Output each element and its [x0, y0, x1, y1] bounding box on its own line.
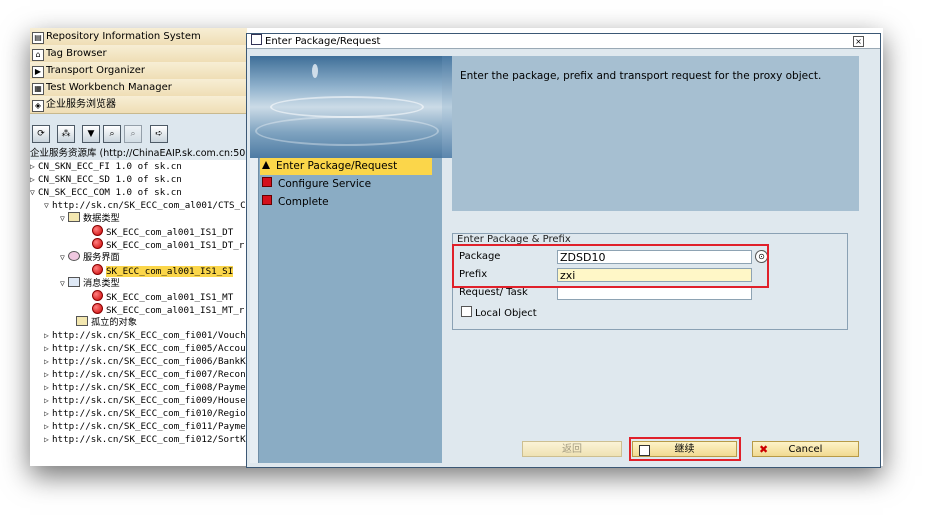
menu-item-enterprise-browser[interactable]: ◈ 企业服务浏览器	[30, 96, 247, 114]
ripple	[270, 96, 424, 118]
expand-icon[interactable]: ▷	[44, 394, 52, 407]
expand-icon[interactable]: ▷	[44, 329, 52, 342]
tree-row[interactable]: ▷ http://sk.cn/SK_ECC_com_fi012/SortKey	[30, 433, 247, 446]
close-icon[interactable]: ×	[853, 36, 864, 47]
tree-row[interactable]: ▷ http://sk.cn/SK_ECC_com_fi005/Account	[30, 342, 247, 355]
warning-triangle-icon	[262, 161, 270, 169]
collapse-icon[interactable]: ▽	[60, 212, 68, 225]
tree-row[interactable]: ▷ http://sk.cn/SK_ECC_com_fi006/BankKey	[30, 355, 247, 368]
left-navigation-pane: ▤ Repository Information System ⌂ Tag Brow…	[30, 28, 247, 466]
refresh-icon[interactable]: ⟳	[32, 125, 50, 143]
collapse-icon[interactable]: ▽	[60, 251, 68, 264]
expand-icon[interactable]: ▷	[44, 420, 52, 433]
menu-item-repository[interactable]: ▤ Repository Information System	[30, 28, 247, 46]
tree-row[interactable]: ▷ http://sk.cn/SK_ECC_com_fi010/RegionCo	[30, 407, 247, 420]
info-text: Enter the package, prefix and transport …	[460, 70, 822, 82]
request-label: Request/ Task	[459, 287, 528, 298]
repository-tree: ▷ CN_SKN_ECC_FI 1.0 of sk.cn ▷ CN_SKN_ECC_…	[30, 160, 247, 466]
tree-row[interactable]: 孤立的对象	[30, 316, 247, 329]
dialog-icon	[251, 34, 262, 45]
tree-row[interactable]: ▷ http://sk.cn/SK_ECC_com_fi001/Voucher_	[30, 329, 247, 342]
back-icon	[529, 445, 538, 454]
find-next-icon[interactable]: ⌕	[124, 125, 142, 143]
expand-icon[interactable]: ▷	[44, 433, 52, 446]
expand-icon[interactable]: ▷	[44, 355, 52, 368]
annotation-box-fields	[452, 244, 769, 288]
tree-row[interactable]: ▷ http://sk.cn/SK_ECC_com_fi009/HouseBa	[30, 394, 247, 407]
dialog-title: Enter Package/Request	[265, 36, 381, 47]
expand-icon[interactable]: ▷	[44, 381, 52, 394]
expand-icon[interactable]: ▷	[44, 407, 52, 420]
pending-step-icon	[262, 195, 272, 205]
water-drop	[312, 64, 318, 78]
tree-row[interactable]: ▷ http://sk.cn/SK_ECC_com_fi007/Reconcil	[30, 368, 247, 381]
collapse-icon[interactable]: ▽	[44, 199, 52, 212]
object-icon	[92, 225, 103, 236]
tree-row[interactable]: SK_ECC_com_al001_IS1_DT_r	[30, 238, 247, 251]
menu-item-transport-organizer[interactable]: ▶ Transport Organizer	[30, 62, 247, 80]
expand-icon[interactable]: ▷	[44, 368, 52, 381]
tree-row[interactable]: ▽ 数据类型	[30, 212, 247, 225]
annotation-box-continue	[629, 437, 741, 461]
tree-row[interactable]: ▷ CN_SKN_ECC_FI 1.0 of sk.cn	[30, 160, 247, 173]
dialog-titlebar: Enter Package/Request ×	[247, 34, 880, 49]
menu-item-test-workbench[interactable]: ▦ Test Workbench Manager	[30, 79, 247, 97]
collapse-icon[interactable]: ▽	[30, 186, 38, 199]
step-configure-service: Configure Service	[260, 176, 432, 193]
service-interface-icon	[68, 251, 80, 261]
data-type-icon	[68, 212, 80, 222]
object-icon	[92, 290, 103, 301]
object-icon	[92, 238, 103, 249]
back-button[interactable]: 返回	[522, 441, 622, 457]
object-icon	[92, 264, 103, 275]
collapse-icon[interactable]: ▽	[60, 277, 68, 290]
message-type-icon	[68, 277, 80, 287]
info-panel: Enter the package, prefix and transport …	[452, 56, 859, 211]
enterprise-icon: ◈	[32, 100, 44, 112]
tree-row[interactable]: ▽ 服务界面	[30, 251, 247, 264]
expand-icon[interactable]: ▷	[44, 342, 52, 355]
local-object-checkbox[interactable]: Local Object	[461, 306, 537, 319]
banner-strip	[442, 56, 452, 158]
tree-row[interactable]: ▷ CN_SKN_ECC_SD 1.0 of sk.cn	[30, 173, 247, 186]
test-icon: ▦	[32, 83, 44, 95]
expand-icon[interactable]: ▷	[30, 160, 38, 173]
ripple	[255, 116, 439, 146]
tree-toolbar: ⟳ ⁂ ▼ ⌕ ⌕ ➪	[30, 123, 247, 147]
filter-icon[interactable]: ▼	[82, 125, 100, 143]
tag-icon: ⌂	[32, 49, 44, 61]
tree-row-selected[interactable]: SK_ECC_com_al001_IS1_SI	[30, 264, 247, 277]
pending-step-icon	[262, 177, 272, 187]
step-complete: Complete	[260, 194, 432, 211]
find-icon[interactable]: ⌕	[103, 125, 121, 143]
tree-row[interactable]: SK_ECC_com_al001_IS1_MT	[30, 290, 247, 303]
tree-row[interactable]: ▽ http://sk.cn/SK_ECC_com_al001/CTS_Cha	[30, 199, 247, 212]
request-input[interactable]	[557, 286, 752, 300]
tree-row[interactable]: ▷ http://sk.cn/SK_ECC_com_fi011/Payment	[30, 420, 247, 433]
tree-row[interactable]: SK_ECC_com_al001_IS1_MT_r	[30, 303, 247, 316]
folder-icon	[76, 316, 88, 326]
repository-icon: ▤	[32, 32, 44, 44]
tree-row[interactable]: ▷ http://sk.cn/SK_ECC_com_fi008/Payment	[30, 381, 247, 394]
cancel-button[interactable]: ✖ Cancel	[752, 441, 859, 457]
cancel-icon: ✖	[759, 443, 769, 456]
steps-bar	[250, 158, 259, 463]
tree-row[interactable]: SK_ECC_com_al001_IS1_DT	[30, 225, 247, 238]
checkbox-box[interactable]	[461, 306, 472, 317]
hierarchy-icon[interactable]: ⁂	[57, 125, 75, 143]
navigate-icon[interactable]: ➪	[150, 125, 168, 143]
wizard-steps: Enter Package/Request Configure Service …	[250, 158, 442, 463]
expand-icon[interactable]: ▷	[30, 173, 38, 186]
transport-icon: ▶	[32, 66, 44, 78]
wizard-banner-image	[250, 56, 442, 158]
tree-row[interactable]: ▽ CN_SK_ECC_COM 1.0 of sk.cn	[30, 186, 247, 199]
step-enter-package: Enter Package/Request	[260, 158, 432, 175]
enter-package-dialog: Enter Package/Request × Enter Package/Re…	[246, 33, 881, 468]
menu-item-tag-browser[interactable]: ⌂ Tag Browser	[30, 45, 247, 63]
tree-row[interactable]: ▽ 消息类型	[30, 277, 247, 290]
tree-header: 企业服务资源库 (http://ChinaEAIP.sk.com.cn:500	[30, 147, 247, 160]
object-icon	[92, 303, 103, 314]
